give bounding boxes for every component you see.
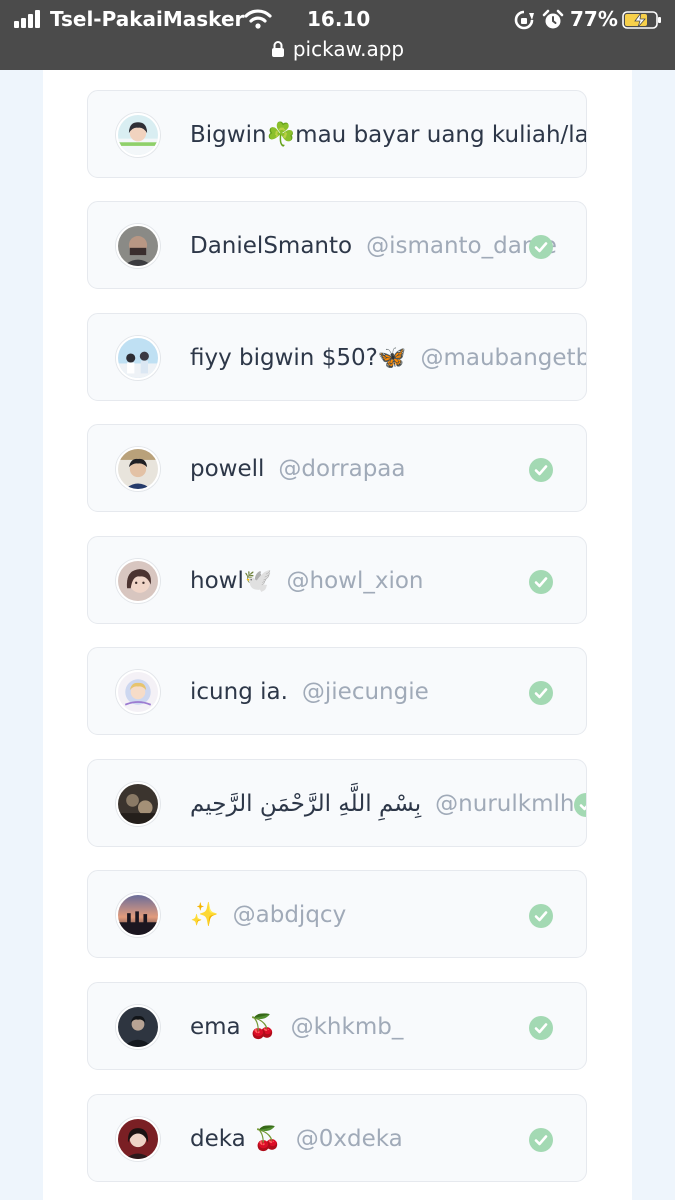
page-content: Bigwin☘️mau bayar uang kuliah/lap Daniel… [43,70,632,1200]
entry-text: icung ia. @jiecungie [190,648,429,734]
entry-card[interactable]: ✨ @abdjqcy [87,870,587,958]
avatar [116,447,160,491]
avatar [116,782,160,826]
entry-card[interactable]: deka 🍒 @0xdeka [87,1094,587,1182]
entry-card[interactable]: howl🕊️ @howl_xion [87,536,587,624]
username-handle: @dorrapaa [278,456,406,482]
username-handle: @jiecungie [301,679,429,705]
battery-charging-icon [622,11,661,29]
check-icon [529,904,553,928]
display-name: icung ia. [190,679,288,705]
check-icon [529,235,553,259]
username-handle: @howl_xion [286,568,424,594]
wifi-icon [244,9,272,29]
battery-percent: 77% [570,7,618,31]
username-handle: @0xdeka [295,1126,403,1152]
entry-card[interactable]: ema 🍒 @khkmb_ [87,982,587,1070]
entry-card[interactable]: بِسْمِ اللَّهِ الرَّحْمَنِ الرَّحِيم @nur… [87,759,587,847]
display-name: DanielSmanto [190,233,353,259]
check-icon [529,458,553,482]
page-url: pickaw.app [292,37,405,61]
status-row: Tsel-PakaiMasker 16.10 77% [0,6,675,32]
display-name: ✨ [190,902,219,928]
entry-card[interactable]: fiyy bigwin $50?🦋 @maubangetb [87,313,587,401]
avatar [116,113,160,157]
lock-icon [271,41,284,57]
display-name: powell [190,456,265,482]
alarm-icon [542,9,564,29]
entry-text: powell @dorrapaa [190,425,406,511]
carrier-name: Tsel-PakaiMasker [50,7,245,31]
status-bar: Tsel-PakaiMasker 16.10 77% pickaw.app [0,0,675,70]
entry-card[interactable]: Bigwin☘️mau bayar uang kuliah/lap [87,90,587,178]
entry-text: DanielSmanto @ismanto_danie [190,202,557,288]
entry-card[interactable]: powell @dorrapaa [87,424,587,512]
entry-card[interactable]: icung ia. @jiecungie [87,647,587,735]
display-name: بِسْمِ اللَّهِ الرَّحْمَنِ الرَّحِيم [190,791,422,817]
display-name: fiyy bigwin $50?🦋 [190,345,407,371]
display-name: howl🕊️ [190,568,273,594]
check-icon [529,1128,553,1152]
avatar [116,1005,160,1049]
display-name: Bigwin☘️mau bayar uang kuliah/lap [190,122,587,148]
username-handle: @abdjqcy [232,902,347,928]
signal-strength-icon [14,10,44,28]
entry-text: بِسْمِ اللَّهِ الرَّحْمَنِ الرَّحِيم @nur… [190,760,575,846]
entry-text: deka 🍒 @0xdeka [190,1095,403,1181]
address-bar[interactable]: pickaw.app [0,36,675,62]
entry-card[interactable]: DanielSmanto @ismanto_danie [87,201,587,289]
check-icon [574,793,586,817]
entry-text: Bigwin☘️mau bayar uang kuliah/lap [190,91,587,177]
entry-text: ✨ @abdjqcy [190,871,347,957]
entry-text: ema 🍒 @khkmb_ [190,983,404,1069]
clock: 16.10 [307,7,371,31]
rotation-lock-icon [514,10,534,30]
avatar [116,893,160,937]
avatar [116,1117,160,1161]
entry-text: fiyy bigwin $50?🦋 @maubangetb [190,314,587,400]
display-name: ema 🍒 [190,1014,277,1040]
entry-text: howl🕊️ @howl_xion [190,537,424,623]
check-icon [529,570,553,594]
avatar [116,670,160,714]
avatar [116,336,160,380]
username-handle: @khkmb_ [290,1014,404,1040]
username-handle: @maubangetb [420,345,587,371]
display-name: deka 🍒 [190,1126,282,1152]
check-icon [529,1016,553,1040]
avatar [116,224,160,268]
avatar [116,559,160,603]
username-handle: @nurulkmlh [435,791,575,817]
check-icon [529,681,553,705]
